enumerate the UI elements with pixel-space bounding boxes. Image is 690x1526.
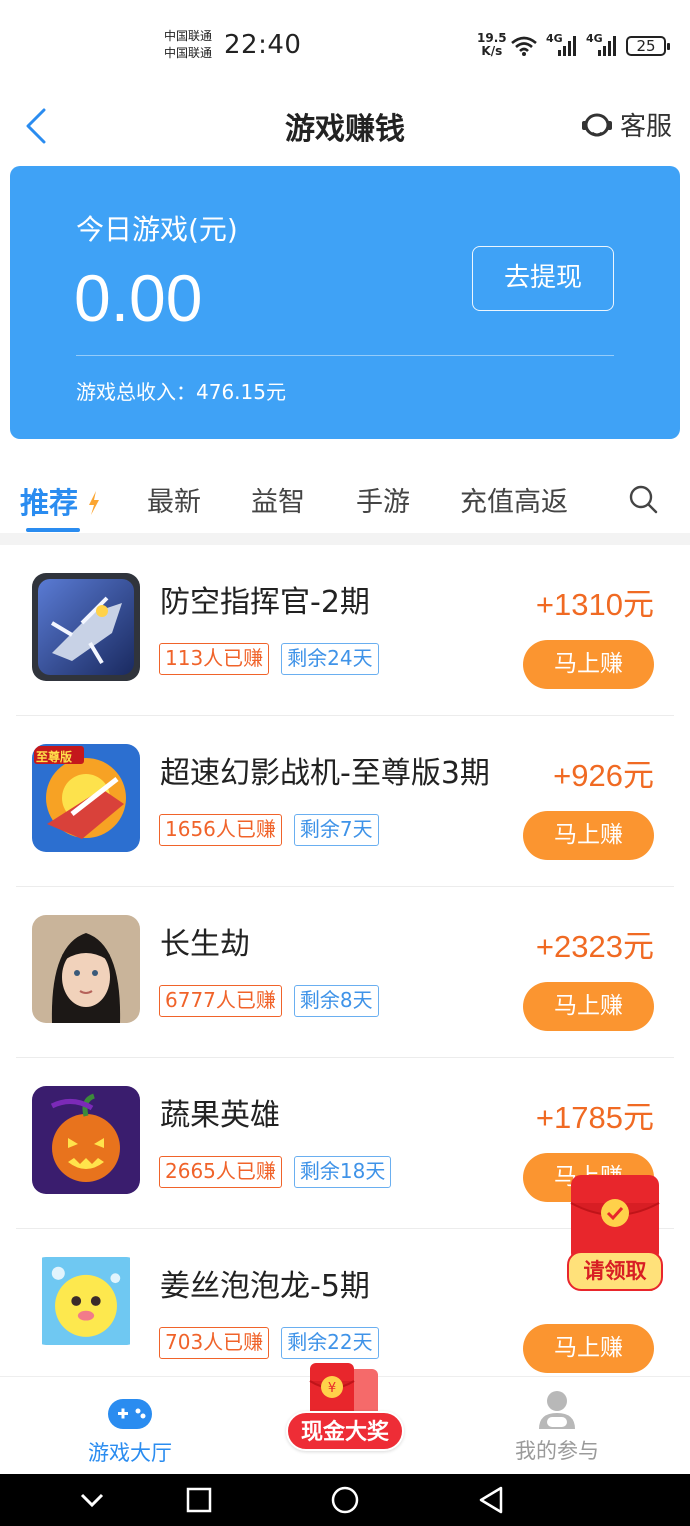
wifi-icon [511,36,537,56]
supreme-badge: 至尊版 [36,750,73,764]
category-tabs: 推荐 最新 益智 手游 充值高返 [0,466,690,536]
red-packet-float[interactable]: 请领取 [567,1173,663,1295]
game-name: 防空指挥官-2期 [160,585,370,620]
tab-recharge-rebate[interactable]: 充值高返 [460,480,568,519]
remaining-days-tag: 剩余18天 [293,1156,392,1188]
user-gamepad-icon [539,1391,575,1429]
app-header: 游戏赚钱 客服 [0,90,690,160]
game-tags: 6777人已赚 剩余8天 [159,985,379,1017]
tab-puzzle[interactable]: 益智 [251,480,305,519]
tab-mobile-games[interactable]: 手游 [356,480,410,519]
earned-count-tag: 703人已赚 [159,1327,270,1359]
carrier-info: 中国联通 中国联通 [164,28,212,62]
battery-icon: 25 [626,36,670,56]
card-divider [76,355,614,356]
game-name: 蔬果英雄 [160,1098,280,1133]
earn-now-button[interactable]: 马上赚 [523,640,654,689]
remaining-days-tag: 剩余22天 [281,1327,379,1359]
tab-active-indicator [26,528,80,532]
network-speed: 19.5 K/s [477,32,507,58]
earn-now-button[interactable]: 马上赚 [523,811,654,860]
earn-now-button[interactable]: 马上赚 [523,982,654,1031]
earned-count-tag: 1656人已赚 [159,814,282,846]
nav-game-hall[interactable]: 游戏大厅 [80,1377,180,1467]
headset-icon [582,113,612,136]
search-icon[interactable] [628,484,658,514]
game-tags: 703人已赚 剩余22天 [159,1327,379,1359]
lightning-icon [89,491,100,515]
nav-my-participation[interactable]: 我的参与 [505,1377,609,1465]
recent-apps-icon[interactable] [185,1486,213,1514]
game-tags: 2665人已赚 剩余18天 [159,1156,392,1188]
tab-recommend[interactable]: 推荐 [20,480,100,522]
earn-now-button[interactable]: 马上赚 [523,1324,654,1373]
game-name: 超速幻影战机-至尊版3期 [160,756,490,791]
status-bar: 中国联通 中国联通 22:40 19.5 K/s 4G 4G 25 [0,0,690,90]
earned-count-tag: 113人已赚 [159,643,270,675]
earned-count-tag: 2665人已赚 [159,1156,282,1188]
game-icon-fruit-hero [32,1086,140,1194]
withdraw-button[interactable]: 去提现 [472,246,614,311]
remaining-days-tag: 剩余24天 [281,643,379,675]
game-icon-air-defense [32,573,140,681]
back-nav-icon[interactable] [477,1485,505,1515]
gamepad-icon [108,1399,152,1429]
game-reward: +1310元 [535,587,654,622]
remaining-days-tag: 剩余7天 [293,814,379,846]
section-divider [0,533,690,545]
nav-down-icon[interactable] [78,1490,106,1510]
game-tags: 1656人已赚 剩余7天 [159,814,379,846]
tab-latest[interactable]: 最新 [147,480,201,519]
home-icon[interactable] [329,1484,361,1516]
today-earnings-amount: 0.00 [74,261,203,335]
claim-label: 请领取 [567,1251,663,1291]
svg-text:¥: ¥ [328,1381,336,1396]
earned-count-tag: 6777人已赚 [159,985,282,1017]
network-speed-unit: K/s [481,44,503,58]
list-item[interactable]: 长生劫 +2323元 6777人已赚 剩余8天 马上赚 [16,887,674,1058]
nav-cash-prize-label: 现金大奖 [286,1411,404,1451]
game-name: 姜丝泡泡龙-5期 [160,1269,370,1304]
customer-service-button[interactable]: 客服 [580,106,672,143]
game-tags: 113人已赚 剩余24天 [159,643,379,675]
remaining-days-tag: 剩余8天 [293,985,379,1017]
system-navigation-bar [0,1474,690,1526]
game-name: 长生劫 [160,927,250,962]
tab-recommend-label: 推荐 [20,486,79,520]
signal-icon [598,36,616,56]
today-earnings-label: 今日游戏(元) [76,213,238,246]
game-reward: +2323元 [535,929,654,964]
bottom-nav: 游戏大厅 ¥ 现金大奖 我的参与 [0,1363,690,1474]
nav-game-hall-label: 游戏大厅 [88,1441,172,1465]
list-item[interactable]: 至尊版 超速幻影战机-至尊版3期 +926元 1656人已赚 剩余7天 马上赚 [16,716,674,887]
game-reward: +1785元 [535,1100,654,1135]
signal-icon [558,36,576,56]
carrier-2: 中国联通 [164,46,213,60]
carrier-1: 中国联通 [164,29,213,43]
customer-service-label: 客服 [620,112,673,142]
clock: 22:40 [224,30,302,60]
total-income: 游戏总收入：476.15元 [76,380,286,404]
nav-my-participation-label: 我的参与 [515,1439,599,1463]
game-icon-immortal-calamity [32,915,140,1023]
earnings-card: 今日游戏(元) 0.00 去提现 游戏总收入：476.15元 [10,166,680,439]
game-reward: +926元 [553,758,654,793]
game-icon-bubble-dragon [42,1257,130,1345]
list-item[interactable]: 防空指挥官-2期 +1310元 113人已赚 剩余24天 马上赚 [16,545,674,716]
